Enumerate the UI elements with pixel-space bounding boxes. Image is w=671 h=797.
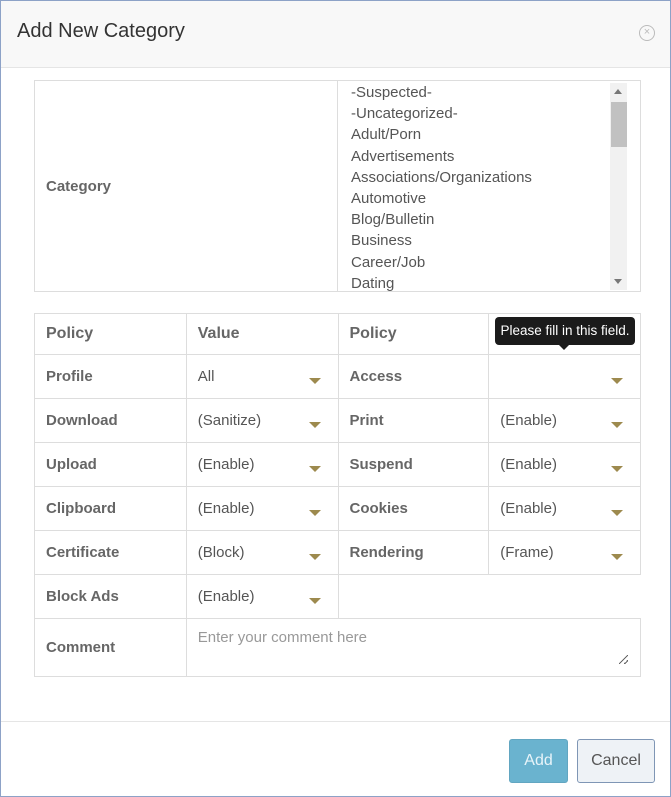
resize-handle-icon[interactable] bbox=[619, 655, 628, 664]
table-row: Block Ads (Enable) bbox=[34, 574, 641, 619]
category-option[interactable]: Associations/Organizations bbox=[351, 167, 640, 188]
policy-label-access: Access bbox=[337, 354, 490, 399]
column-header: Policy bbox=[34, 313, 187, 355]
add-button[interactable]: Add bbox=[509, 739, 568, 783]
certificate-select[interactable]: (Block) bbox=[185, 530, 339, 575]
chevron-down-icon bbox=[611, 510, 623, 516]
rendering-select[interactable]: (Frame) bbox=[488, 530, 641, 575]
policy-label-download: Download bbox=[34, 398, 187, 443]
cancel-button[interactable]: Cancel bbox=[577, 739, 655, 783]
block-ads-select[interactable]: (Enable) bbox=[185, 574, 339, 619]
dialog-title: Add New Category bbox=[17, 20, 185, 42]
table-row: Certificate (Block) Rendering (Frame) bbox=[34, 530, 641, 575]
dialog-header: Add New Category × bbox=[1, 1, 670, 68]
category-listbox-cell: -Suspected- -Uncategorized- Adult/Porn A… bbox=[337, 80, 641, 292]
comment-row: Comment Enter your comment here bbox=[34, 618, 642, 677]
policy-label-cookies: Cookies bbox=[337, 486, 490, 531]
category-option[interactable]: Blog/Bulletin bbox=[351, 209, 640, 230]
profile-select[interactable]: All bbox=[185, 354, 339, 399]
cookies-select[interactable]: (Enable) bbox=[488, 486, 641, 531]
table-row: Profile All Access bbox=[34, 354, 641, 399]
suspend-select[interactable]: (Enable) bbox=[488, 442, 641, 487]
policy-label-clipboard: Clipboard bbox=[34, 486, 187, 531]
category-option[interactable]: -Uncategorized- bbox=[351, 103, 640, 124]
policy-label-block-ads: Block Ads bbox=[34, 574, 187, 619]
close-icon[interactable]: × bbox=[639, 25, 655, 41]
category-option[interactable]: Adult/Porn bbox=[351, 124, 640, 145]
select-value: All bbox=[197, 368, 215, 385]
table-row: Download (Sanitize) Print (Enable) bbox=[34, 398, 641, 443]
select-value: (Enable) bbox=[197, 456, 255, 473]
upload-select[interactable]: (Enable) bbox=[185, 442, 339, 487]
comment-cell: Enter your comment here bbox=[185, 618, 642, 677]
listbox-scrollbar[interactable] bbox=[610, 83, 627, 290]
category-option[interactable]: Dating bbox=[351, 273, 640, 291]
download-select[interactable]: (Sanitize) bbox=[185, 398, 339, 443]
column-header: Policy bbox=[337, 313, 490, 355]
category-option[interactable]: Career/Job bbox=[351, 252, 640, 273]
chevron-down-icon bbox=[611, 466, 623, 472]
scroll-thumb[interactable] bbox=[611, 102, 627, 147]
category-table: Category -Suspected- -Uncategorized- Adu… bbox=[34, 80, 641, 292]
chevron-down-icon bbox=[611, 422, 623, 428]
print-select[interactable]: (Enable) bbox=[488, 398, 641, 443]
access-select[interactable] bbox=[488, 354, 641, 399]
chevron-down-icon bbox=[611, 378, 623, 384]
chevron-down-icon bbox=[308, 510, 321, 516]
add-category-dialog: Add New Category × Category -Suspected- … bbox=[0, 0, 671, 797]
policy-label-upload: Upload bbox=[34, 442, 187, 487]
policy-label-profile: Profile bbox=[34, 354, 187, 399]
scroll-up-icon[interactable] bbox=[614, 89, 622, 94]
policy-label-rendering: Rendering bbox=[337, 530, 490, 575]
category-listbox[interactable]: -Suspected- -Uncategorized- Adult/Porn A… bbox=[338, 81, 640, 291]
policy-label-print: Print bbox=[337, 398, 490, 443]
category-option[interactable]: Business bbox=[351, 230, 640, 251]
footer-divider bbox=[1, 721, 670, 722]
clipboard-select[interactable]: (Enable) bbox=[185, 486, 339, 531]
chevron-down-icon bbox=[308, 466, 321, 472]
category-option[interactable]: Advertisements bbox=[351, 146, 640, 167]
category-option[interactable]: Automotive bbox=[351, 188, 640, 209]
comment-label: Comment bbox=[34, 618, 187, 677]
select-value: (Enable) bbox=[500, 456, 557, 473]
table-row: Upload (Enable) Suspend (Enable) bbox=[34, 442, 641, 487]
column-header: Value bbox=[185, 313, 339, 355]
select-value: (Enable) bbox=[197, 588, 255, 605]
select-value: (Frame) bbox=[500, 544, 554, 561]
chevron-down-icon bbox=[308, 378, 321, 384]
chevron-down-icon bbox=[308, 554, 321, 560]
chevron-down-icon bbox=[308, 598, 321, 604]
chevron-down-icon bbox=[611, 554, 623, 560]
chevron-down-icon bbox=[308, 422, 321, 428]
select-value: (Block) bbox=[197, 544, 245, 561]
table-row: Clipboard (Enable) Cookies (Enable) bbox=[34, 486, 641, 531]
comment-textarea[interactable]: Enter your comment here bbox=[187, 619, 640, 676]
select-value: (Enable) bbox=[500, 412, 557, 429]
scroll-down-icon[interactable] bbox=[614, 279, 622, 284]
policy-table: Policy Value Policy Value Profile All Ac… bbox=[34, 313, 642, 677]
select-value: (Enable) bbox=[197, 500, 255, 517]
select-value: (Sanitize) bbox=[197, 412, 262, 429]
policy-label-suspend: Suspend bbox=[337, 442, 490, 487]
category-label: Category bbox=[34, 80, 338, 292]
validation-tooltip: Please fill in this field. bbox=[495, 317, 635, 350]
comment-placeholder: Enter your comment here bbox=[197, 629, 368, 646]
empty-cell bbox=[337, 574, 641, 619]
select-value: (Enable) bbox=[500, 500, 557, 517]
policy-label-certificate: Certificate bbox=[34, 530, 187, 575]
category-option[interactable]: -Suspected- bbox=[351, 82, 640, 103]
